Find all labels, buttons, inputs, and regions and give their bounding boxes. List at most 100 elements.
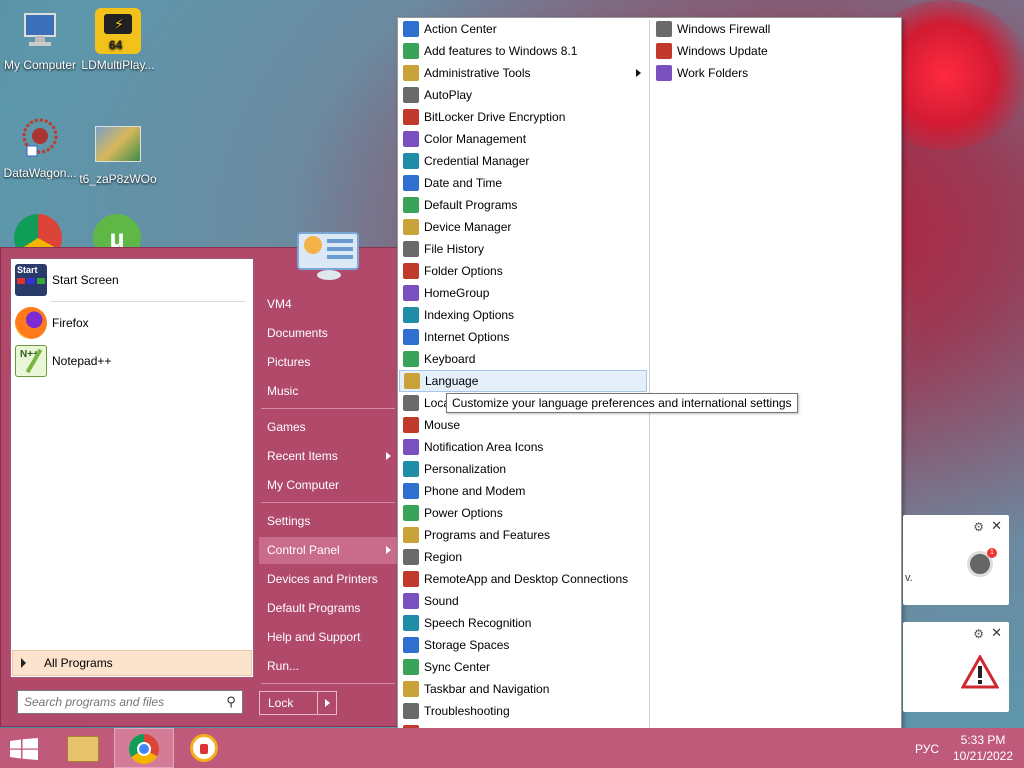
start-item-music[interactable]: Music — [259, 378, 397, 405]
cp-item-default-programs[interactable]: Default Programs — [399, 194, 647, 216]
cp-item-label: Add features to Windows 8.1 — [424, 44, 578, 58]
start-item-settings[interactable]: Settings — [259, 508, 397, 535]
action-center-icon — [403, 21, 419, 37]
cp-item-label: Device Manager — [424, 220, 512, 234]
taskbar-chrome[interactable] — [114, 728, 174, 768]
start-search-box[interactable]: ⚲ — [17, 690, 243, 714]
start-item-vm4[interactable]: VM4 — [259, 291, 397, 318]
desktop-icon-datawagon[interactable]: DataWagon... — [0, 116, 80, 180]
start-item-my-computer[interactable]: My Computer — [259, 472, 397, 499]
cp-item-speech-recognition[interactable]: Speech Recognition — [399, 612, 647, 634]
start-item-help-support[interactable]: Help and Support — [259, 624, 397, 651]
cp-item-taskbar-and-navigation[interactable]: Taskbar and Navigation — [399, 678, 647, 700]
input-language-indicator[interactable]: РУС — [915, 742, 939, 756]
taskbar-vpn-app[interactable] — [175, 728, 235, 768]
cp-item-bitlocker-drive-encryption[interactable]: BitLocker Drive Encryption — [399, 106, 647, 128]
start-menu: Start Start Screen Firefox N++ Notepad++… — [0, 247, 398, 727]
cp-item-notification-area-icons[interactable]: Notification Area Icons — [399, 436, 647, 458]
notification-card[interactable]: ⚙ ✕ — [903, 622, 1009, 712]
cp-item-language[interactable]: Language — [399, 370, 647, 392]
cp-item-action-center[interactable]: Action Center — [399, 18, 647, 40]
cp-item-windows-update[interactable]: Windows Update — [652, 40, 900, 62]
cp-item-device-manager[interactable]: Device Manager — [399, 216, 647, 238]
cp-item-add-features-to-windows-8-1[interactable]: Add features to Windows 8.1 — [399, 40, 647, 62]
cp-item-keyboard[interactable]: Keyboard — [399, 348, 647, 370]
pinned-firefox[interactable]: Firefox — [11, 304, 253, 342]
cp-item-windows-firewall[interactable]: Windows Firewall — [652, 18, 900, 40]
desktop-icon-ldmultiplayer[interactable]: ⚡ 64 LDMultiPlay... — [78, 8, 158, 72]
gear-icon[interactable]: ⚙ — [973, 627, 984, 641]
notification-card[interactable]: ⚙ ✕ v. 1 — [903, 515, 1009, 605]
cp-item-indexing-options[interactable]: Indexing Options — [399, 304, 647, 326]
sync-center-icon — [403, 659, 419, 675]
start-item-devices-printers[interactable]: Devices and Printers — [259, 566, 397, 593]
start-button[interactable] — [0, 728, 60, 768]
start-item-default-programs[interactable]: Default Programs — [259, 595, 397, 622]
cp-item-mouse[interactable]: Mouse — [399, 414, 647, 436]
desktop-icon-label: LDMultiPlay... — [81, 58, 155, 72]
desktop-icon-t6[interactable]: t6_zaP8zWOo — [78, 120, 158, 186]
desktop-icon-my-computer[interactable]: My Computer — [0, 8, 80, 72]
language-tooltip: Customize your language preferences and … — [446, 393, 798, 413]
cp-item-remoteapp-and-desktop-connections[interactable]: RemoteApp and Desktop Connections — [399, 568, 647, 590]
divider — [51, 301, 245, 302]
search-input[interactable] — [18, 695, 220, 709]
cp-item-region[interactable]: Region — [399, 546, 647, 568]
cp-item-label: Phone and Modem — [424, 484, 526, 498]
lock-button[interactable]: Lock — [259, 691, 337, 715]
cp-item-credential-manager[interactable]: Credential Manager — [399, 150, 647, 172]
start-item-games[interactable]: Games — [259, 414, 397, 441]
all-programs-button[interactable]: All Programs — [12, 650, 252, 676]
cp-item-homegroup[interactable]: HomeGroup — [399, 282, 647, 304]
cp-item-sound[interactable]: Sound — [399, 590, 647, 612]
cp-item-phone-and-modem[interactable]: Phone and Modem — [399, 480, 647, 502]
pinned-notepadpp[interactable]: N++ Notepad++ — [11, 342, 253, 380]
pinned-label: Start Screen — [52, 273, 119, 287]
cp-item-internet-options[interactable]: Internet Options — [399, 326, 647, 348]
close-icon[interactable]: ✕ — [991, 625, 1002, 641]
cp-item-administrative-tools[interactable]: Administrative Tools — [399, 62, 647, 84]
cp-item-storage-spaces[interactable]: Storage Spaces — [399, 634, 647, 656]
cp-item-label: BitLocker Drive Encryption — [424, 110, 566, 124]
start-item-control-panel[interactable]: Control Panel — [259, 537, 397, 564]
start-item-documents[interactable]: Documents — [259, 320, 397, 347]
system-clock[interactable]: 5:33 PM 10/21/2022 — [950, 732, 1016, 764]
cp-item-autoplay[interactable]: AutoPlay — [399, 84, 647, 106]
cp-item-personalization[interactable]: Personalization — [399, 458, 647, 480]
user-account-picture[interactable] — [297, 229, 361, 281]
cp-item-label: Credential Manager — [424, 154, 530, 168]
device-manager-icon — [403, 219, 419, 235]
cp-item-date-and-time[interactable]: Date and Time — [399, 172, 647, 194]
start-item-run[interactable]: Run... — [259, 653, 397, 680]
cp-item-folder-options[interactable]: Folder Options — [399, 260, 647, 282]
divider — [317, 692, 318, 714]
internet-options-icon — [403, 329, 419, 345]
taskbar-file-explorer[interactable] — [55, 728, 115, 768]
cp-item-label: Mouse — [424, 418, 461, 432]
cp-item-power-options[interactable]: Power Options — [399, 502, 647, 524]
cp-item-troubleshooting[interactable]: Troubleshooting — [399, 700, 647, 722]
cp-item-work-folders[interactable]: Work Folders — [652, 62, 900, 84]
search-icon[interactable]: ⚲ — [220, 694, 242, 710]
cp-item-programs-and-features[interactable]: Programs and Features — [399, 524, 647, 546]
start-item-pictures[interactable]: Pictures — [259, 349, 397, 376]
cp-item-color-management[interactable]: Color Management — [399, 128, 647, 150]
cp-item-sync-center[interactable]: Sync Center — [399, 656, 647, 678]
pinned-label: Firefox — [52, 316, 89, 330]
cp-item-label: Language — [425, 374, 479, 388]
chrome-icon — [129, 734, 159, 764]
start-item-recent-items[interactable]: Recent Items — [259, 443, 397, 470]
gear-icon[interactable]: ⚙ — [973, 520, 984, 534]
close-icon[interactable]: ✕ — [991, 518, 1002, 534]
windows-update-icon — [656, 43, 672, 59]
start-menu-places-pane: VM4 Documents Pictures Music Games Recen… — [259, 248, 399, 728]
warning-icon — [961, 655, 999, 689]
taskbar-and-navigation-icon — [403, 681, 419, 697]
cp-item-label: Programs and Features — [424, 528, 551, 542]
divider — [261, 683, 395, 684]
pinned-start-screen[interactable]: Start Start Screen — [11, 261, 253, 299]
desktop-icon-label: t6_zaP8zWOo — [79, 172, 157, 186]
power-options-arrow-icon[interactable] — [325, 699, 330, 707]
cp-item-label: Internet Options — [424, 330, 510, 344]
cp-item-file-history[interactable]: File History — [399, 238, 647, 260]
